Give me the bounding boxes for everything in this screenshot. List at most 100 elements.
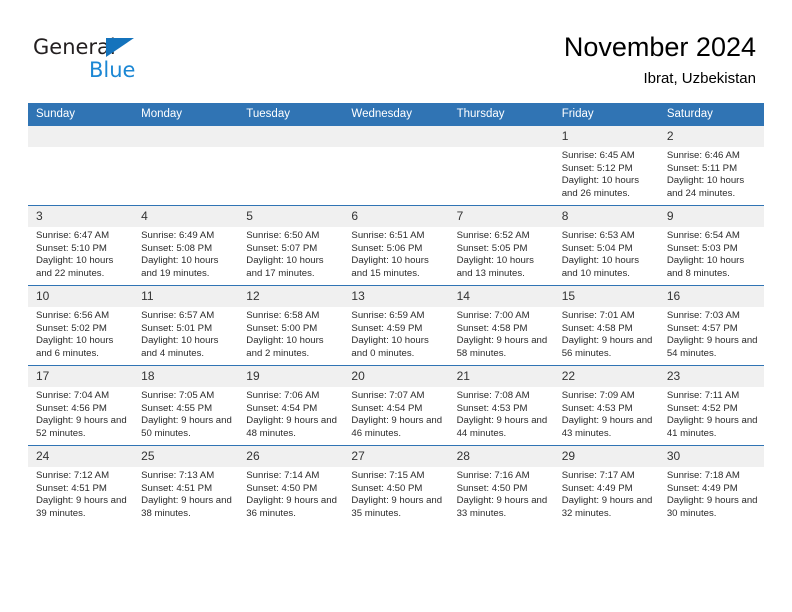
calendar-day-cell[interactable]: 10 Sunrise: 6:56 AM Sunset: 5:02 PM Dayligh… bbox=[28, 285, 134, 366]
daylight-text: Daylight: 10 hours and 22 minutes. bbox=[36, 255, 114, 279]
day-cell-content: 10 Sunrise: 6:56 AM Sunset: 5:02 PM Dayligh… bbox=[28, 286, 134, 365]
daylight-text: Daylight: 9 hours and 30 minutes. bbox=[666, 495, 758, 519]
day-cell-content: 30 Sunrise: 7:18 AM Sunset: 4:49 PM Dayligh… bbox=[658, 446, 764, 525]
sunset-text: Sunset: 5:08 PM bbox=[141, 242, 213, 254]
calendar-day-cell[interactable]: 3 Sunrise: 6:47 AM Sunset: 5:10 PM Daylight… bbox=[28, 205, 134, 286]
day-sun-info bbox=[343, 147, 448, 150]
weekday-header-sunday: Sunday bbox=[28, 103, 134, 126]
day-cell-content bbox=[343, 126, 449, 205]
daylight-text: Daylight: 10 hours and 24 minutes. bbox=[666, 175, 745, 199]
calendar-day-cell[interactable]: 16 Sunrise: 7:03 AM Sunset: 4:57 PM Dayligh… bbox=[658, 285, 764, 366]
sunrise-text: Sunrise: 7:06 AM bbox=[246, 390, 320, 401]
sunrise-text: Sunrise: 7:14 AM bbox=[246, 470, 320, 481]
day-number: 20 bbox=[343, 366, 449, 387]
sunset-text: Sunset: 4:52 PM bbox=[666, 402, 738, 414]
calendar-day-cell[interactable]: 28 Sunrise: 7:16 AM Sunset: 4:50 PM Dayligh… bbox=[448, 445, 554, 525]
sunrise-text: Sunrise: 6:49 AM bbox=[141, 230, 215, 241]
sunrise-text: Sunrise: 6:59 AM bbox=[351, 310, 425, 321]
page-header: General Blue November 2024 Ibrat, Uzbeki… bbox=[0, 0, 792, 102]
daylight-text: Daylight: 9 hours and 35 minutes. bbox=[351, 495, 443, 519]
daylight-text: Daylight: 10 hours and 0 minutes. bbox=[351, 335, 429, 359]
daylight-text: Daylight: 9 hours and 50 minutes. bbox=[141, 415, 232, 439]
day-sun-info: Sunrise: 6:54 AM Sunset: 5:03 PM Daylight:… bbox=[659, 227, 764, 280]
calendar-day-cell[interactable]: 20 Sunrise: 7:07 AM Sunset: 4:54 PM Dayligh… bbox=[343, 365, 449, 446]
calendar-day-cell[interactable]: 19 Sunrise: 7:06 AM Sunset: 4:54 PM Dayligh… bbox=[238, 365, 344, 446]
calendar-day-cell[interactable]: 27 Sunrise: 7:15 AM Sunset: 4:50 PM Dayligh… bbox=[343, 445, 449, 525]
calendar-day-cell[interactable] bbox=[133, 126, 239, 206]
calendar-day-cell[interactable]: 22 Sunrise: 7:09 AM Sunset: 4:53 PM Dayligh… bbox=[553, 365, 659, 446]
day-cell-content: 4 Sunrise: 6:49 AM Sunset: 5:08 PM Daylight… bbox=[133, 206, 239, 285]
calendar-day-cell[interactable] bbox=[238, 126, 344, 206]
day-cell-content bbox=[238, 126, 344, 205]
day-cell-content: 11 Sunrise: 6:57 AM Sunset: 5:01 PM Dayligh… bbox=[133, 286, 239, 365]
day-number bbox=[133, 126, 239, 147]
day-sun-info: Sunrise: 6:56 AM Sunset: 5:02 PM Daylight:… bbox=[28, 307, 133, 360]
sunset-text: Sunset: 4:53 PM bbox=[561, 402, 633, 414]
calendar-day-cell[interactable]: 26 Sunrise: 7:14 AM Sunset: 4:50 PM Dayligh… bbox=[238, 445, 344, 525]
calendar-day-cell[interactable] bbox=[448, 126, 554, 206]
calendar-day-cell[interactable]: 11 Sunrise: 6:57 AM Sunset: 5:01 PM Dayligh… bbox=[133, 285, 239, 366]
day-sun-info: Sunrise: 7:01 AM Sunset: 4:58 PM Daylight:… bbox=[554, 307, 659, 360]
calendar-day-cell[interactable]: 17 Sunrise: 7:04 AM Sunset: 4:56 PM Dayligh… bbox=[28, 365, 134, 446]
calendar-day-cell[interactable]: 7 Sunrise: 6:52 AM Sunset: 5:05 PM Daylight… bbox=[448, 205, 554, 286]
calendar-day-cell[interactable]: 4 Sunrise: 6:49 AM Sunset: 5:08 PM Daylight… bbox=[133, 205, 239, 286]
day-sun-info bbox=[238, 147, 343, 150]
day-cell-content: 2 Sunrise: 6:46 AM Sunset: 5:11 PM Daylight… bbox=[658, 126, 764, 205]
sunrise-text: Sunrise: 7:16 AM bbox=[456, 470, 530, 481]
day-sun-info: Sunrise: 7:16 AM Sunset: 4:50 PM Daylight:… bbox=[449, 467, 554, 520]
day-cell-content bbox=[133, 126, 239, 205]
calendar-day-cell[interactable]: 24 Sunrise: 7:12 AM Sunset: 4:51 PM Dayligh… bbox=[28, 445, 134, 525]
day-cell-content bbox=[448, 126, 554, 205]
sunset-text: Sunset: 4:49 PM bbox=[666, 482, 738, 494]
day-sun-info: Sunrise: 7:13 AM Sunset: 4:51 PM Daylight:… bbox=[133, 467, 238, 520]
calendar-day-cell[interactable]: 8 Sunrise: 6:53 AM Sunset: 5:04 PM Daylight… bbox=[553, 205, 659, 286]
calendar-day-cell[interactable]: 5 Sunrise: 6:50 AM Sunset: 5:07 PM Daylight… bbox=[238, 205, 344, 286]
sunrise-text: Sunrise: 6:45 AM bbox=[561, 150, 635, 161]
day-sun-info: Sunrise: 6:50 AM Sunset: 5:07 PM Daylight:… bbox=[238, 227, 343, 280]
calendar-day-cell[interactable]: 18 Sunrise: 7:05 AM Sunset: 4:55 PM Dayligh… bbox=[133, 365, 239, 446]
day-number: 30 bbox=[658, 446, 764, 467]
day-cell-content: 15 Sunrise: 7:01 AM Sunset: 4:58 PM Dayligh… bbox=[553, 286, 659, 365]
day-sun-info: Sunrise: 6:52 AM Sunset: 5:05 PM Daylight:… bbox=[449, 227, 554, 280]
calendar-day-cell[interactable] bbox=[28, 126, 134, 206]
sunrise-text: Sunrise: 7:04 AM bbox=[36, 390, 110, 401]
calendar-day-cell[interactable]: 15 Sunrise: 7:01 AM Sunset: 4:58 PM Dayligh… bbox=[553, 285, 659, 366]
day-number: 5 bbox=[238, 206, 344, 227]
day-sun-info: Sunrise: 7:12 AM Sunset: 4:51 PM Daylight:… bbox=[28, 467, 133, 520]
calendar-day-cell[interactable]: 1 Sunrise: 6:45 AM Sunset: 5:12 PM Daylight… bbox=[553, 126, 659, 206]
title-block: November 2024 Ibrat, Uzbekistan bbox=[564, 30, 756, 90]
sunset-text: Sunset: 5:04 PM bbox=[561, 242, 633, 254]
calendar-day-cell[interactable]: 29 Sunrise: 7:17 AM Sunset: 4:49 PM Dayligh… bbox=[553, 445, 659, 525]
calendar-day-cell[interactable]: 21 Sunrise: 7:08 AM Sunset: 4:53 PM Dayligh… bbox=[448, 365, 554, 446]
day-sun-info: Sunrise: 6:51 AM Sunset: 5:06 PM Daylight:… bbox=[343, 227, 448, 280]
sunrise-text: Sunrise: 7:03 AM bbox=[666, 310, 740, 321]
daylight-text: Daylight: 9 hours and 41 minutes. bbox=[666, 415, 758, 439]
calendar-day-cell[interactable]: 9 Sunrise: 6:54 AM Sunset: 5:03 PM Daylight… bbox=[658, 205, 764, 286]
daylight-text: Daylight: 9 hours and 56 minutes. bbox=[561, 335, 653, 359]
day-number: 22 bbox=[553, 366, 659, 387]
daylight-text: Daylight: 9 hours and 36 minutes. bbox=[246, 495, 337, 519]
calendar-day-cell[interactable] bbox=[343, 126, 449, 206]
day-sun-info bbox=[449, 147, 554, 150]
day-number: 18 bbox=[133, 366, 239, 387]
day-sun-info: Sunrise: 7:07 AM Sunset: 4:54 PM Daylight:… bbox=[343, 387, 448, 440]
calendar-day-cell[interactable]: 13 Sunrise: 6:59 AM Sunset: 4:59 PM Dayligh… bbox=[343, 285, 449, 366]
general-blue-logo[interactable]: General Blue bbox=[33, 35, 213, 87]
sunset-text: Sunset: 4:55 PM bbox=[141, 402, 213, 414]
day-sun-info bbox=[133, 147, 238, 150]
calendar-day-cell[interactable]: 23 Sunrise: 7:11 AM Sunset: 4:52 PM Dayligh… bbox=[658, 365, 764, 446]
sunset-text: Sunset: 4:49 PM bbox=[561, 482, 633, 494]
sunrise-text: Sunrise: 6:52 AM bbox=[456, 230, 530, 241]
calendar-day-cell[interactable]: 6 Sunrise: 6:51 AM Sunset: 5:06 PM Daylight… bbox=[343, 205, 449, 286]
calendar-day-cell[interactable]: 2 Sunrise: 6:46 AM Sunset: 5:11 PM Daylight… bbox=[658, 126, 764, 206]
day-number bbox=[343, 126, 449, 147]
day-sun-info: Sunrise: 6:59 AM Sunset: 4:59 PM Daylight:… bbox=[343, 307, 448, 360]
calendar-day-cell[interactable]: 14 Sunrise: 7:00 AM Sunset: 4:58 PM Dayligh… bbox=[448, 285, 554, 366]
calendar-day-cell[interactable]: 30 Sunrise: 7:18 AM Sunset: 4:49 PM Dayligh… bbox=[658, 445, 764, 525]
daylight-text: Daylight: 10 hours and 10 minutes. bbox=[561, 255, 640, 279]
calendar-day-cell[interactable]: 25 Sunrise: 7:13 AM Sunset: 4:51 PM Dayligh… bbox=[133, 445, 239, 525]
calendar-day-cell[interactable]: 12 Sunrise: 6:58 AM Sunset: 5:00 PM Dayligh… bbox=[238, 285, 344, 366]
sunset-text: Sunset: 5:01 PM bbox=[141, 322, 213, 334]
day-number: 10 bbox=[28, 286, 134, 307]
daylight-text: Daylight: 9 hours and 44 minutes. bbox=[456, 415, 548, 439]
